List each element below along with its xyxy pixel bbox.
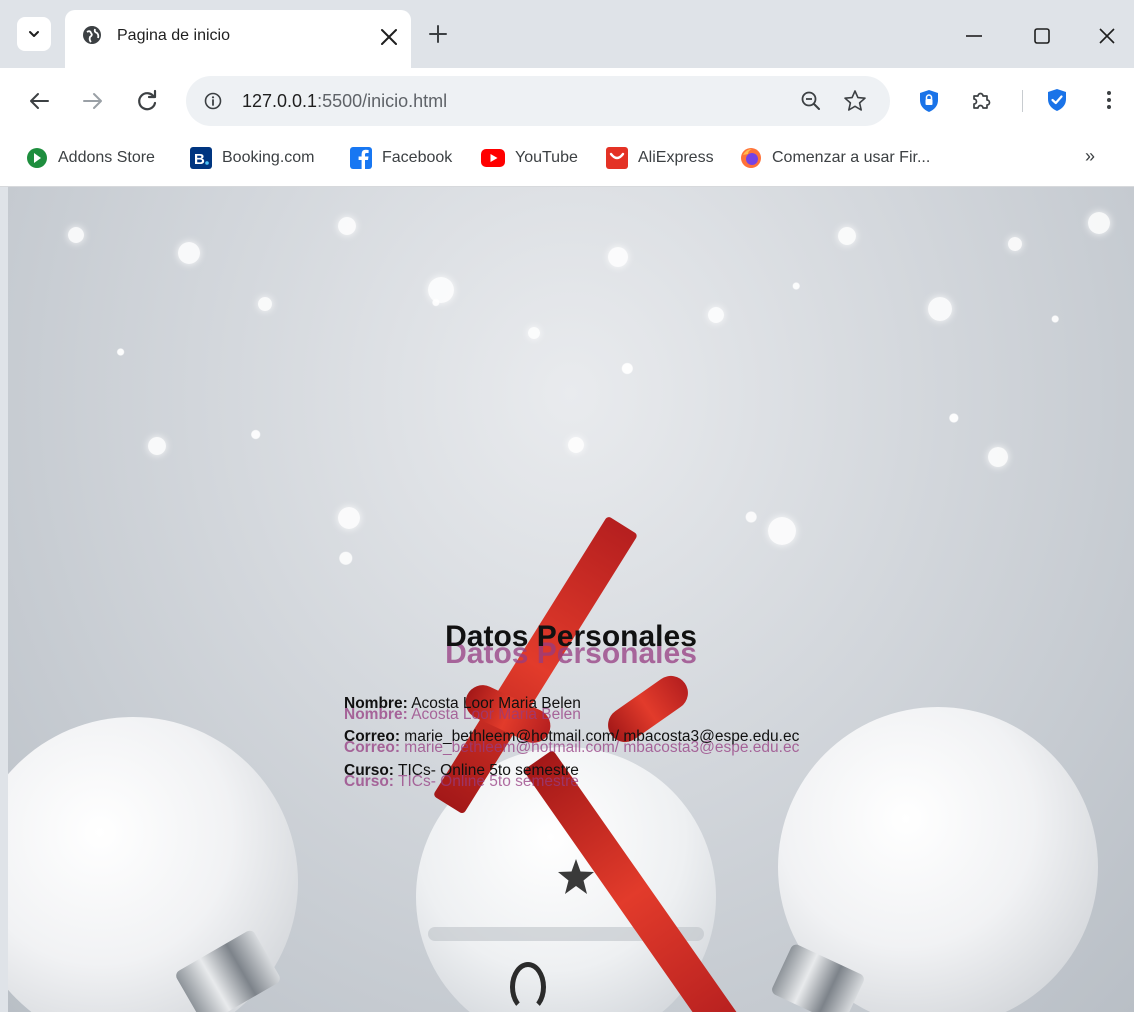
facebook-icon xyxy=(350,147,372,169)
field-value: Acosta Loor Maria Belen xyxy=(411,695,581,712)
addons-icon xyxy=(26,147,48,169)
url-path: :5500/inicio.html xyxy=(317,91,448,111)
field-label: Nombre: xyxy=(344,695,408,712)
bookmark-star-icon[interactable] xyxy=(842,88,868,119)
bookmark-label: Addons Store xyxy=(58,149,155,166)
globe-icon xyxy=(81,24,103,51)
bookmark-youtube[interactable]: YouTube xyxy=(481,145,578,171)
bookmark-facebook[interactable]: Facebook xyxy=(350,145,452,171)
bookmark-label: AliExpress xyxy=(638,149,714,166)
chevron-down-icon xyxy=(29,31,39,37)
bookmark-label: Booking.com xyxy=(222,149,315,166)
field-curso: Curso: TICs- Online 5to semestre xyxy=(344,762,579,780)
active-tab[interactable]: Pagina de inicio xyxy=(65,10,411,68)
window-close-icon[interactable] xyxy=(1097,26,1117,51)
extensions-puzzle-icon[interactable] xyxy=(969,88,993,117)
svg-text:B: B xyxy=(194,151,205,168)
field-value: TICs- Online 5to semestre xyxy=(397,762,579,779)
maximize-icon[interactable] xyxy=(1032,26,1052,51)
bookmark-aliexpress[interactable]: AliExpress xyxy=(606,145,714,171)
toolbar-separator xyxy=(1022,90,1023,112)
extension-check-shield-icon[interactable] xyxy=(1046,88,1068,117)
page-content: Datos Personales Datos Personales Nombre… xyxy=(8,187,1134,1012)
bookmark-firefox[interactable]: Comenzar a usar Fir... xyxy=(740,145,930,171)
address-bar[interactable]: 127.0.0.1:5500/inicio.html xyxy=(186,76,890,126)
zoom-icon[interactable] xyxy=(800,90,822,117)
field-label: Correo: xyxy=(344,728,400,745)
bookmark-label: Comenzar a usar Fir... xyxy=(772,149,931,166)
site-info-icon[interactable] xyxy=(204,92,222,115)
field-value: marie_bethleem@hotmail.com/ mbacosta3@es… xyxy=(404,728,800,745)
new-tab-plus-icon[interactable] xyxy=(428,24,448,49)
bookmark-addons-store[interactable]: Addons Store xyxy=(26,145,155,171)
bookmark-label: YouTube xyxy=(515,149,578,166)
minimize-icon[interactable] xyxy=(964,26,984,51)
back-arrow-icon[interactable] xyxy=(28,90,50,117)
close-icon[interactable] xyxy=(377,25,401,54)
field-nombre: Nombre: Acosta Loor Maria Belen xyxy=(344,695,581,713)
more-menu-icon[interactable] xyxy=(1105,88,1113,117)
url-text[interactable]: 127.0.0.1:5500/inicio.html xyxy=(242,91,447,112)
firefox-icon xyxy=(740,147,762,169)
tab-title: Pagina de inicio xyxy=(117,27,230,44)
page-viewport: Datos Personales Datos Personales Nombre… xyxy=(8,187,1134,1012)
field-label: Curso: xyxy=(344,762,394,779)
page-title: Datos Personales xyxy=(445,620,697,653)
bookmark-label: Facebook xyxy=(382,149,453,166)
browser-toolbar: 127.0.0.1:5500/inicio.html xyxy=(0,68,1134,132)
tab-strip: Pagina de inicio xyxy=(0,0,1134,68)
booking-icon: B xyxy=(190,147,212,169)
bookmark-booking[interactable]: B Booking.com xyxy=(190,145,315,171)
bookmarks-bar: Addons Store B Booking.com Facebook YouT… xyxy=(0,132,1134,187)
tab-search-button[interactable] xyxy=(17,17,51,51)
field-correo: Correo: marie_bethleem@hotmail.com/ mbac… xyxy=(344,728,799,746)
aliexpress-icon xyxy=(606,147,628,169)
extension-shield-icon[interactable] xyxy=(918,89,940,118)
forward-arrow-icon[interactable] xyxy=(82,90,104,117)
url-host: 127.0.0.1 xyxy=(242,91,318,111)
reload-icon[interactable] xyxy=(134,88,160,119)
youtube-icon xyxy=(481,149,505,167)
bookmarks-overflow-chevron[interactable]: » xyxy=(1085,146,1095,167)
